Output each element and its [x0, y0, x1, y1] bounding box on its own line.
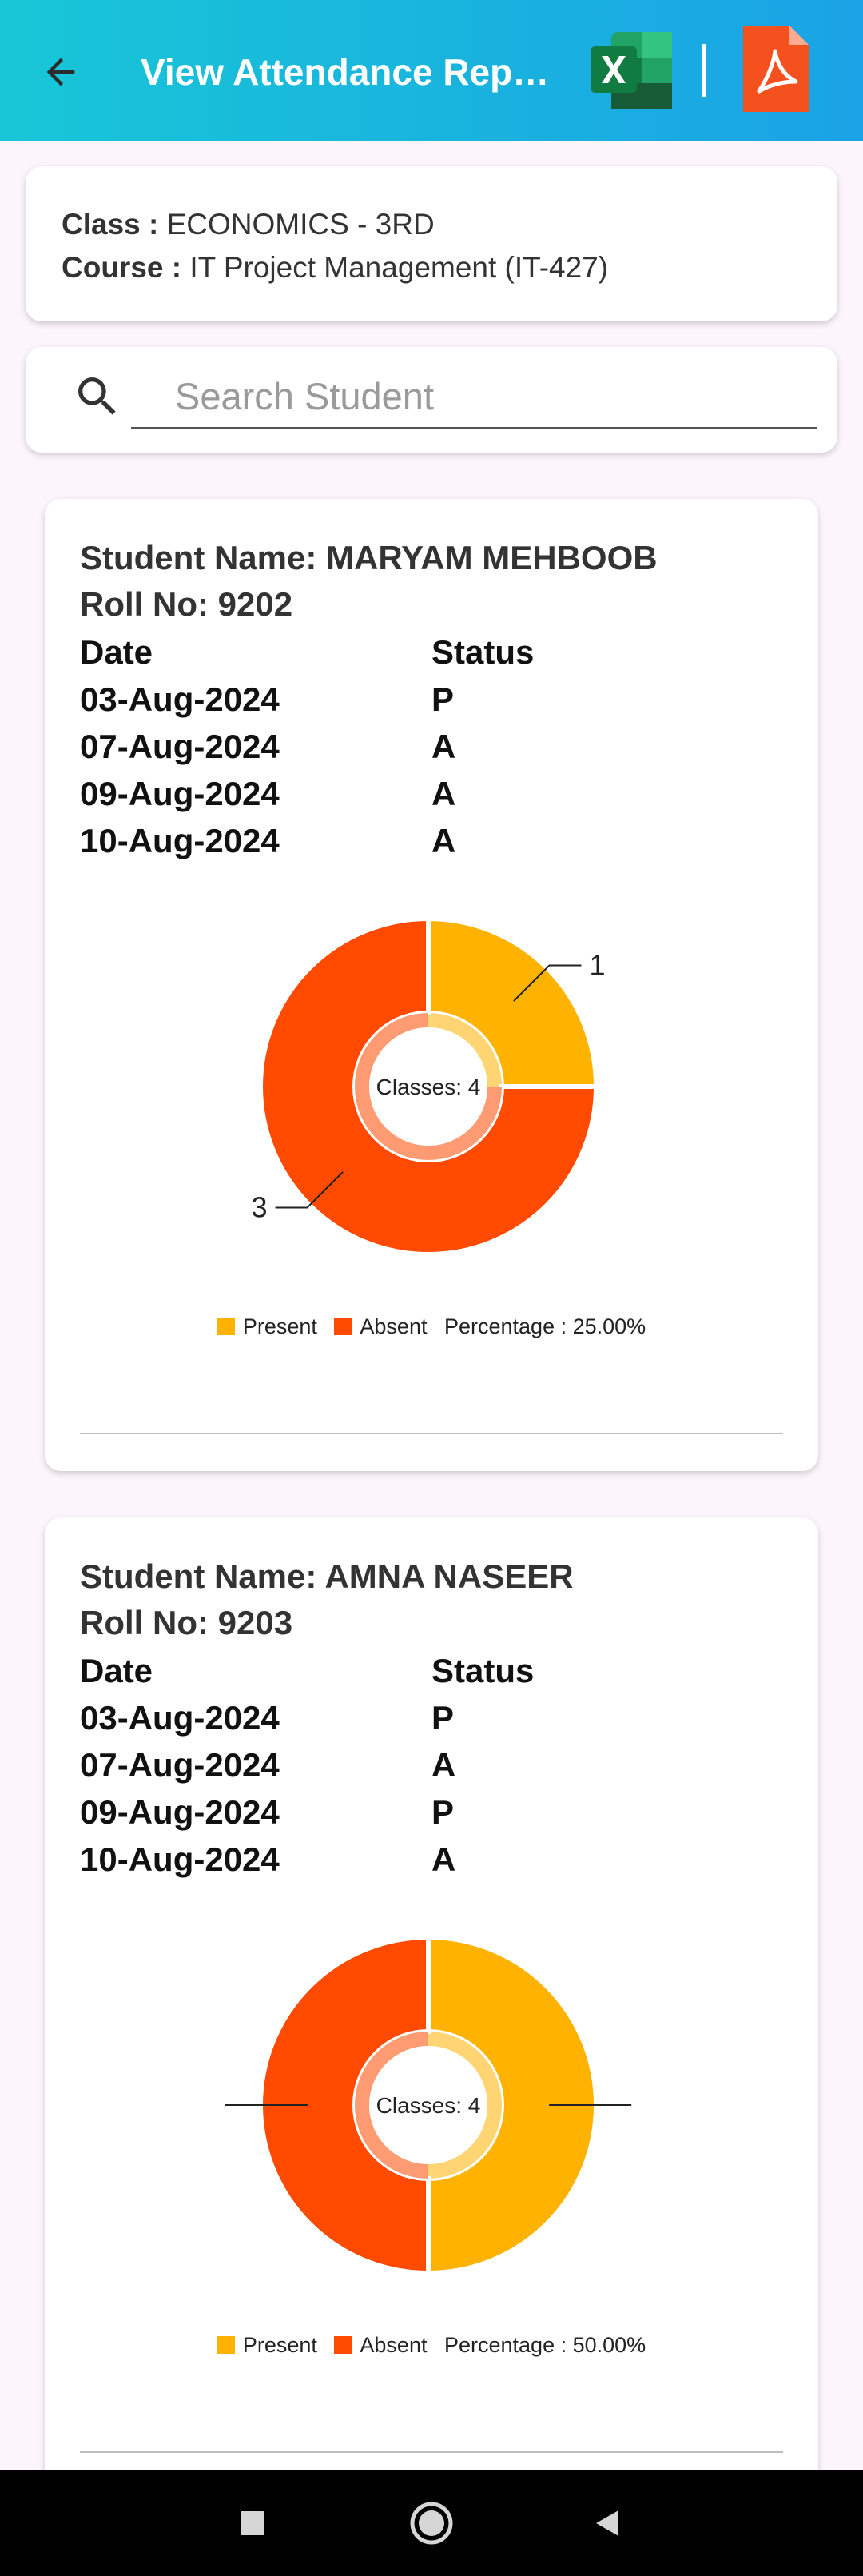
attendance-date: 03-Aug-2024 [80, 680, 280, 718]
course-line: Course : IT Project Management (IT-427) [62, 246, 837, 289]
roll-number: Roll No: 9203 [80, 1604, 293, 1641]
app-bar: View Attendance Report [0, 0, 863, 141]
absent-swatch [334, 2336, 352, 2354]
date-header: Date [80, 633, 153, 671]
card-divider [80, 1433, 783, 1434]
export-pdf-button[interactable] [735, 22, 815, 117]
back-button[interactable] [35, 46, 86, 98]
absent-swatch [334, 1318, 352, 1335]
roll-number: Roll No: 9202 [80, 585, 293, 623]
card-divider [80, 2451, 783, 2453]
attendance-row: 07-Aug-2024 A [80, 728, 783, 775]
legend-present: Present [242, 2333, 317, 2357]
legend-absent: Absent [360, 2333, 428, 2357]
excel-icon [591, 32, 672, 109]
attendance-donut-chart: 1 3 Classes: 4 [252, 915, 605, 1257]
attendance-status: P [432, 1793, 455, 1831]
attendance-header-row: Date Status [80, 1652, 783, 1699]
attendance-row: 07-Aug-2024 A [80, 1746, 783, 1793]
attendance-row: 03-Aug-2024 P [80, 1699, 783, 1746]
legend-present: Present [242, 1314, 317, 1338]
attendance-donut-chart: 22Classes: 4 [225, 1934, 632, 2276]
back-triangle-icon [596, 2510, 618, 2536]
attendance-row: 10-Aug-2024 A [80, 822, 783, 869]
back-arrow-icon [46, 58, 75, 86]
attendance-row: 03-Aug-2024 P [80, 680, 783, 728]
present-swatch [217, 2336, 235, 2354]
system-nav-bar [0, 2470, 863, 2576]
toolbar-divider [702, 44, 706, 97]
present-value-label: 1 [589, 949, 605, 982]
absent-value-label: 3 [252, 1190, 268, 1223]
student-name: Student Name: AMNA NASEER [80, 1557, 574, 1595]
attendance-status: A [432, 728, 456, 765]
course-label: Course : [62, 251, 182, 284]
export-excel-button[interactable] [587, 30, 675, 110]
class-line: Class : ECONOMICS - 3RD [62, 203, 837, 246]
home-button[interactable] [403, 2494, 460, 2552]
status-header: Status [432, 1652, 535, 1689]
attendance-row: 09-Aug-2024 P [80, 1793, 783, 1840]
attendance-date: 09-Aug-2024 [80, 775, 280, 812]
attendance-status: A [432, 775, 456, 812]
status-header: Status [432, 633, 535, 671]
recents-button[interactable] [224, 2494, 281, 2552]
attendance-table: Date Status 03-Aug-2024 P 07-Aug-2024 A … [80, 633, 783, 869]
attendance-row: 10-Aug-2024 A [80, 1840, 783, 1888]
student-card: Student Name: MARYAM MEHBOOB Roll No: 92… [45, 499, 818, 1471]
class-label: Class : [62, 208, 159, 241]
attendance-date: 07-Aug-2024 [80, 1746, 280, 1784]
nav-back-button[interactable] [579, 2494, 636, 2552]
attendance-header-row: Date Status [80, 633, 783, 680]
attendance-row: 09-Aug-2024 A [80, 775, 783, 822]
class-value: ECONOMICS - 3RD [166, 208, 435, 241]
pdf-icon [743, 26, 809, 112]
attendance-date: 09-Aug-2024 [80, 1793, 280, 1831]
attendance-status: P [432, 680, 455, 718]
attendance-date: 03-Aug-2024 [80, 1699, 280, 1737]
present-swatch [217, 1318, 235, 1335]
donut-center-label: Classes: 4 [376, 2093, 481, 2118]
page-title: View Attendance Report [141, 51, 556, 93]
class-info-card: Class : ECONOMICS - 3RD Course : IT Proj… [26, 166, 837, 321]
attendance-status: A [432, 1746, 456, 1784]
date-header: Date [80, 1652, 153, 1689]
attendance-table: Date Status 03-Aug-2024 P 07-Aug-2024 A … [80, 1652, 783, 1888]
chart-legend: Present Absent Percentage : 50.00% [45, 2333, 818, 2358]
search-card [26, 347, 837, 453]
attendance-status: P [432, 1699, 455, 1737]
donut-center-label: Classes: 4 [376, 1075, 481, 1099]
chart-legend: Present Absent Percentage : 25.00% [45, 1314, 818, 1339]
attendance-date: 07-Aug-2024 [80, 728, 280, 765]
attendance-status: A [432, 822, 456, 859]
home-circle-icon [410, 2502, 453, 2545]
attendance-percentage: Percentage : 25.00% [443, 1314, 646, 1338]
attendance-status: A [432, 1840, 456, 1878]
recents-square-icon [241, 2511, 264, 2535]
student-card: Student Name: AMNA NASEER Roll No: 9203 … [45, 1517, 818, 2490]
search-icon [78, 377, 116, 415]
attendance-date: 10-Aug-2024 [80, 1840, 280, 1878]
course-value: IT Project Management (IT-427) [189, 251, 609, 284]
attendance-percentage: Percentage : 50.00% [443, 2333, 646, 2357]
student-name: Student Name: MARYAM MEHBOOB [80, 539, 658, 576]
search-input[interactable] [131, 365, 817, 429]
legend-absent: Absent [360, 1314, 428, 1338]
attendance-date: 10-Aug-2024 [80, 822, 280, 859]
